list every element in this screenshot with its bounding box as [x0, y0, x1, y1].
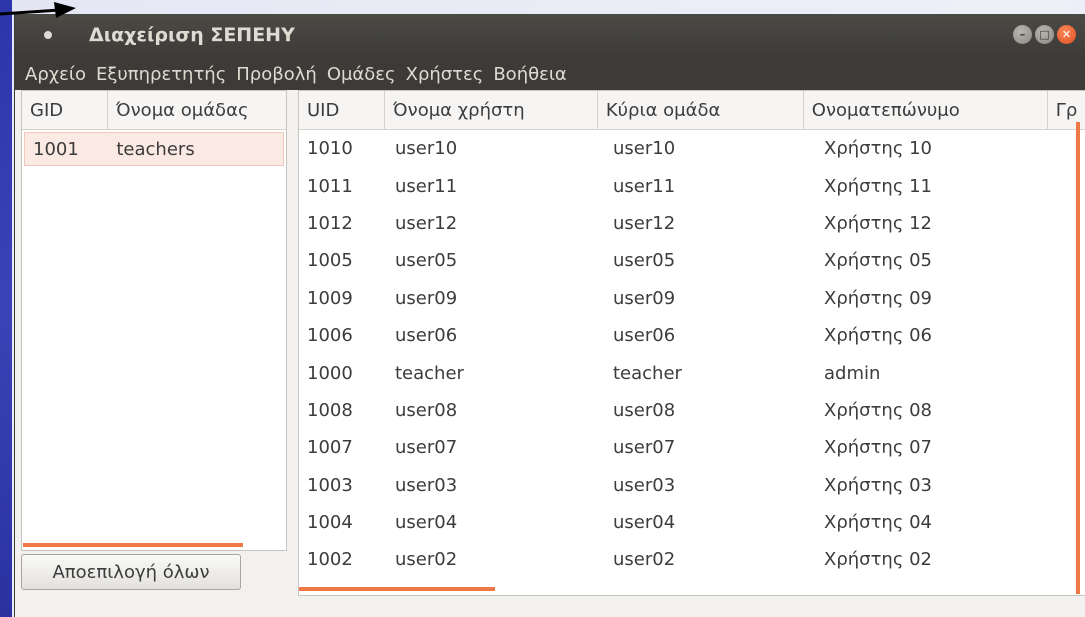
cell-primary-group: user06: [613, 325, 676, 347]
cell-primary-group: user09: [613, 287, 676, 309]
menu-server[interactable]: Εξυπηρετητής: [92, 64, 230, 85]
cell-gid: 1001: [33, 138, 79, 160]
cell-primary-group: user07: [613, 437, 676, 459]
users-horizontal-scroll-indicator: [299, 587, 495, 591]
cell-username: user09: [395, 287, 458, 309]
cell-uid: 1002: [307, 549, 353, 571]
column-header-gid[interactable]: GID: [22, 91, 108, 129]
window-title: Διαχείριση ΣΕΠΕΗΥ: [89, 24, 295, 46]
cell-fullname: Χρήστης 03: [824, 474, 933, 496]
cell-uid: 1010: [307, 138, 353, 160]
table-row[interactable]: 1001 teachers: [24, 132, 284, 166]
cell-username: user04: [395, 512, 458, 534]
table-row[interactable]: 1004 user04 user04 Χρήστης 04: [299, 504, 1085, 541]
cell-uid: 1004: [307, 512, 353, 534]
cell-primary-group: user08: [613, 399, 676, 421]
cell-primary-group: user02: [613, 549, 676, 571]
app-window: Διαχείριση ΣΕΠΕΗΥ – □ ✕ Αρχείο Εξυπηρετη…: [14, 14, 1085, 617]
menubar: Αρχείο Εξυπηρετητής Προβολή Ομάδες Χρήστ…: [15, 58, 1085, 90]
cell-fullname: Χρήστης 02: [824, 549, 933, 571]
cell-uid: 1011: [307, 175, 353, 197]
window-controls: – □ ✕: [1013, 25, 1076, 44]
cell-primary-group: user11: [613, 175, 676, 197]
menu-help[interactable]: Βοήθεια: [489, 64, 570, 85]
statusbar: [15, 596, 1085, 617]
cell-fullname: Χρήστης 06: [824, 325, 933, 347]
close-button[interactable]: ✕: [1057, 25, 1076, 44]
cell-fullname: Χρήστης 12: [824, 212, 933, 234]
table-row[interactable]: 1008 user08 user08 Χρήστης 08: [299, 392, 1085, 429]
cell-username: user05: [395, 250, 458, 272]
column-header-group-name[interactable]: Όνομα ομάδας: [108, 91, 286, 129]
cell-primary-group: user12: [613, 212, 676, 234]
table-row[interactable]: 1003 user03 user03 Χρήστης 03: [299, 467, 1085, 504]
groups-table-header: GID Όνομα ομάδας: [22, 91, 286, 130]
table-row[interactable]: 1009 user09 user09 Χρήστης 09: [299, 280, 1085, 317]
cell-username: user06: [395, 325, 458, 347]
cell-uid: 1000: [307, 362, 353, 384]
cell-primary-group: user10: [613, 138, 676, 160]
window-menu-icon[interactable]: [39, 26, 57, 44]
column-header-fullname[interactable]: Ονοματεπώνυμο: [804, 91, 1048, 129]
cell-fullname: Χρήστης 11: [824, 175, 933, 197]
cell-uid: 1008: [307, 399, 353, 421]
titlebar[interactable]: Διαχείριση ΣΕΠΕΗΥ – □ ✕: [15, 14, 1085, 58]
menu-groups[interactable]: Ομάδες: [323, 64, 400, 85]
table-row[interactable]: 1000 teacher teacher admin: [299, 354, 1085, 391]
column-header-primary-group[interactable]: Κύρια ομάδα: [598, 91, 804, 129]
users-table-header: UID Όνομα χρήστη Κύρια ομάδα Ονοματεπώνυ…: [299, 91, 1085, 130]
cell-primary-group: user03: [613, 474, 676, 496]
cell-group-name: teachers: [116, 138, 195, 160]
cell-uid: 1005: [307, 250, 353, 272]
menu-view[interactable]: Προβολή: [232, 64, 321, 85]
cell-fullname: Χρήστης 08: [824, 399, 933, 421]
minimize-button[interactable]: –: [1013, 25, 1032, 44]
cell-username: teacher: [395, 362, 464, 384]
cell-uid: 1003: [307, 474, 353, 496]
table-row[interactable]: 1011 user11 user11 Χρήστης 11: [299, 167, 1085, 204]
column-header-username[interactable]: Όνομα χρήστη: [385, 91, 598, 129]
users-vertical-scroll-indicator: [1076, 122, 1080, 594]
cell-fullname: Χρήστης 05: [824, 250, 933, 272]
cell-uid: 1006: [307, 325, 353, 347]
cell-primary-group: teacher: [613, 362, 682, 384]
desktop-background-stripe: [0, 0, 12, 617]
users-table: UID Όνομα χρήστη Κύρια ομάδα Ονοματεπώνυ…: [298, 90, 1085, 596]
table-row[interactable]: 1002 user02 user02 Χρήστης 02: [299, 541, 1085, 578]
table-row[interactable]: 1006 user06 user06 Χρήστης 06: [299, 317, 1085, 354]
table-row[interactable]: 1010 user10 user10 Χρήστης 10: [299, 130, 1085, 167]
cell-username: user08: [395, 399, 458, 421]
cell-fullname: Χρήστης 04: [824, 512, 933, 534]
cell-primary-group: user04: [613, 512, 676, 534]
column-header-uid[interactable]: UID: [299, 91, 386, 129]
cell-username: user11: [395, 175, 458, 197]
cell-fullname: Χρήστης 07: [824, 437, 933, 459]
menu-users[interactable]: Χρήστες: [402, 64, 488, 85]
cell-fullname: Χρήστης 10: [824, 138, 933, 160]
cell-username: user07: [395, 437, 458, 459]
table-row[interactable]: 1005 user05 user05 Χρήστης 05: [299, 242, 1085, 279]
pointer-arrow-icon: [0, 2, 76, 18]
users-table-body: 1010 user10 user10 Χρήστης 10 1011 user11 user…: [299, 130, 1085, 579]
cell-username: user10: [395, 138, 458, 160]
cell-fullname: admin: [824, 362, 881, 384]
cell-uid: 1009: [307, 287, 353, 309]
table-row[interactable]: 1007 user07 user07 Χρήστης 07: [299, 429, 1085, 466]
cell-uid: 1007: [307, 437, 353, 459]
cell-uid: 1012: [307, 212, 353, 234]
cell-username: user03: [395, 474, 458, 496]
deselect-all-button[interactable]: Αποεπιλογή όλων: [21, 554, 241, 590]
maximize-button[interactable]: □: [1035, 25, 1054, 44]
cell-username: user12: [395, 212, 458, 234]
menu-file[interactable]: Αρχείο: [21, 64, 90, 85]
table-row[interactable]: 1012 user12 user12 Χρήστης 12: [299, 205, 1085, 242]
cell-fullname: Χρήστης 09: [824, 287, 933, 309]
groups-table: GID Όνομα ομάδας 1001 teachers: [21, 90, 287, 551]
cell-primary-group: user05: [613, 250, 676, 272]
cell-username: user02: [395, 549, 458, 571]
groups-scroll-indicator: [23, 543, 243, 547]
